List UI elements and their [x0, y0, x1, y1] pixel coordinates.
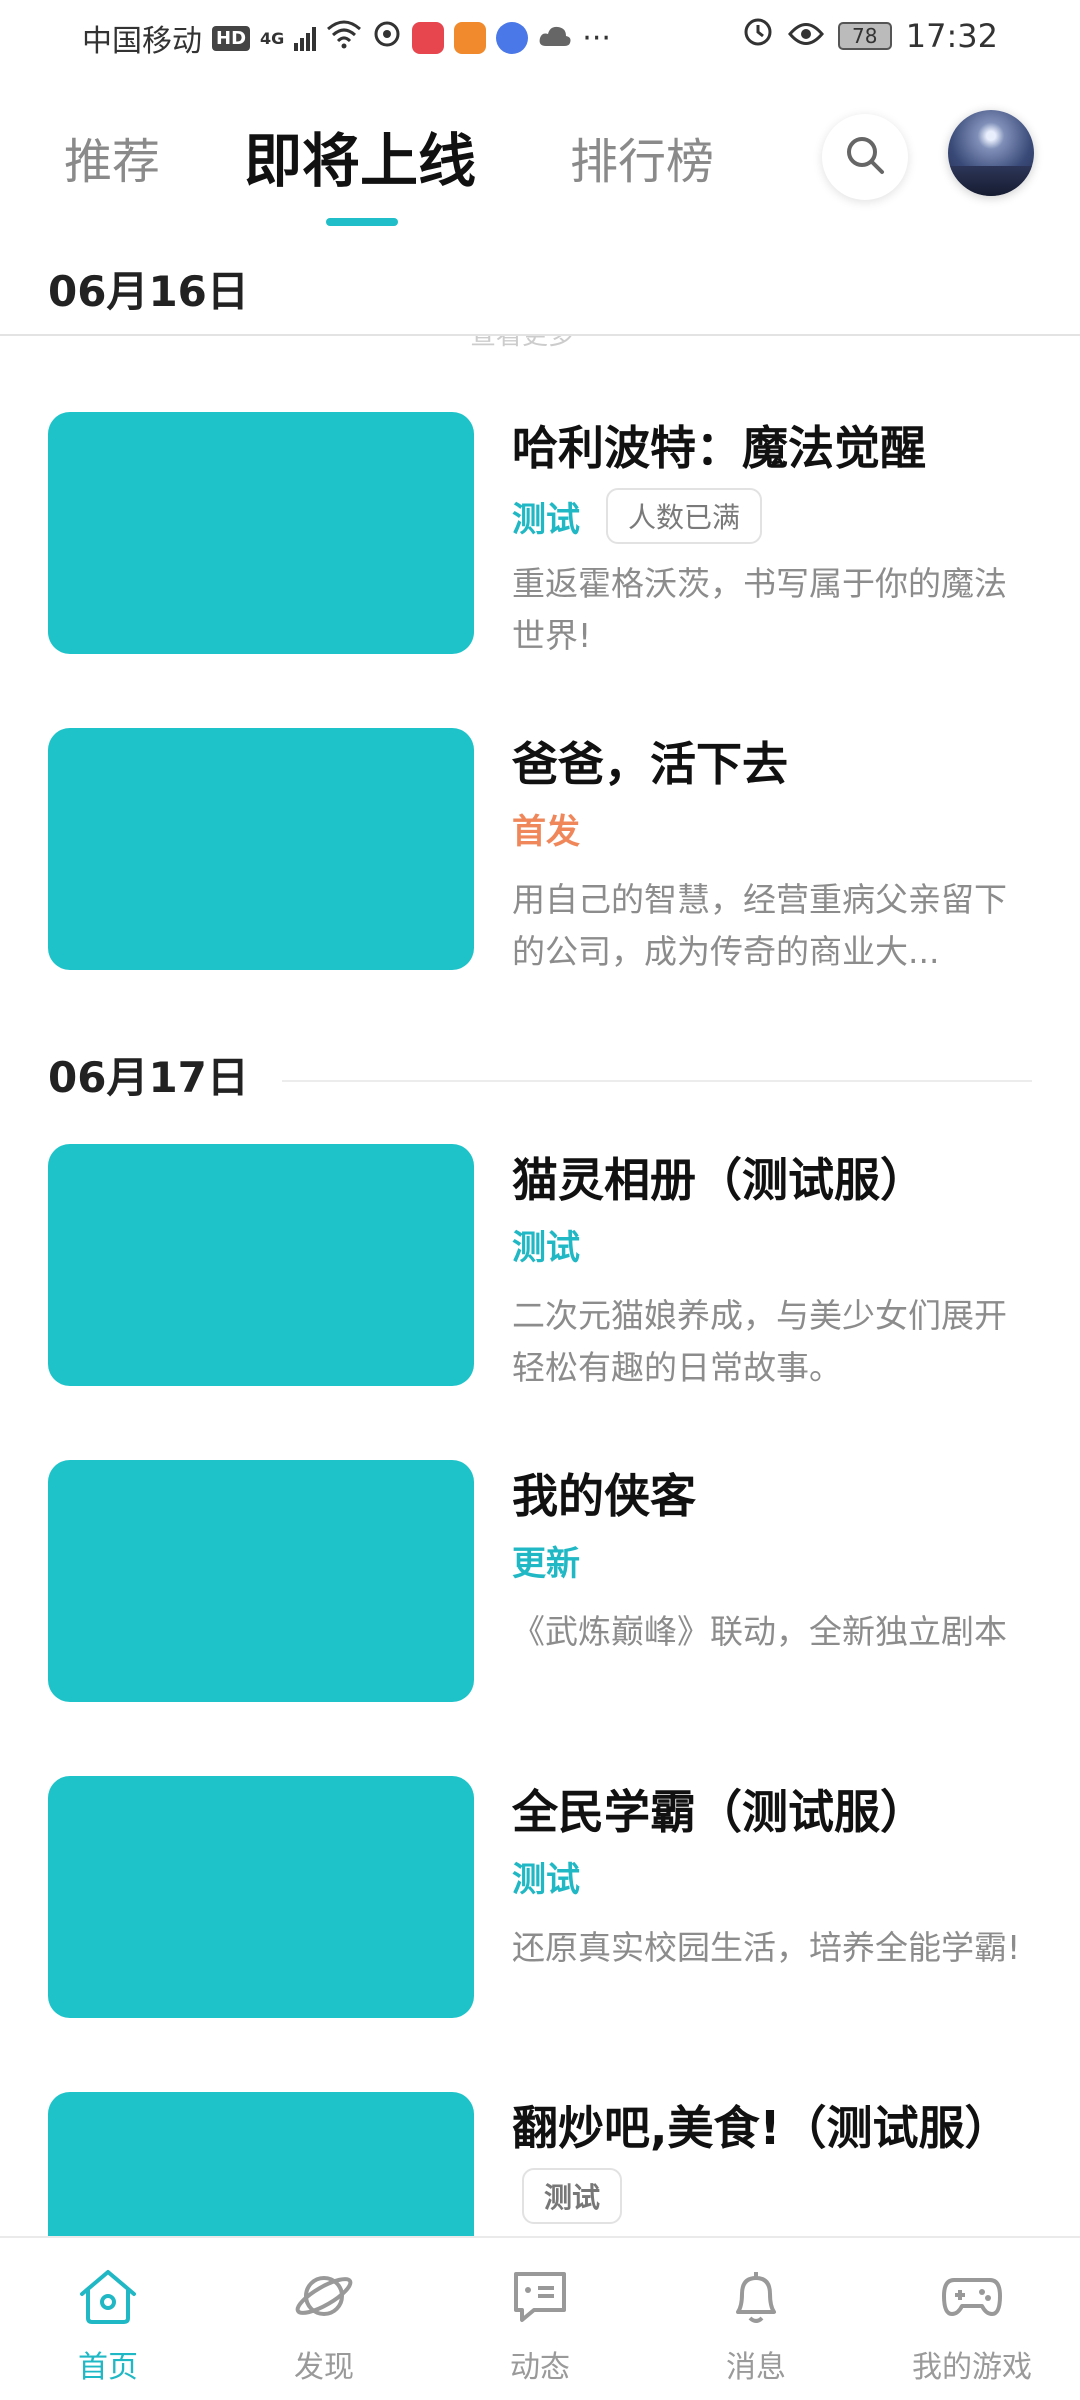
- clock: 17:32: [905, 17, 998, 55]
- list-item[interactable]: 全民学霸（测试服） 测试 还原真实校园生活，培养全能学霸!: [0, 1776, 1080, 2026]
- game-tag: 首发: [512, 812, 580, 852]
- cloud-icon: [538, 21, 572, 56]
- list-item[interactable]: 翻炒吧,美食!（测试服） 测试: [0, 2092, 1080, 2236]
- nav-label: 发现: [294, 2350, 354, 2385]
- game-description: 二次元猫娘养成，与美少女们展开轻松有趣的日常故事。: [512, 1296, 1007, 1387]
- date-separator: 06月17日: [0, 1040, 1080, 1110]
- nav-label: 我的游戏: [912, 2350, 1032, 2385]
- game-tag: 更新: [512, 1544, 580, 1584]
- tab-upcoming[interactable]: 即将上线: [244, 114, 476, 198]
- nav-messages[interactable]: 消息: [686, 2266, 826, 2386]
- game-tag: 测试: [512, 499, 580, 540]
- search-icon: [843, 133, 887, 181]
- signal-icon: [294, 25, 317, 51]
- battery-icon: 78: [837, 22, 892, 50]
- avatar[interactable]: [948, 110, 1034, 196]
- nav-home[interactable]: 首页: [38, 2266, 178, 2386]
- nav-my-games[interactable]: 我的游戏: [902, 2266, 1042, 2386]
- hd-badge: HD: [212, 25, 251, 51]
- bottom-nav: 首页 发现 动态 消息 我的游戏: [0, 2236, 1080, 2400]
- game-thumbnail[interactable]: [48, 1776, 474, 2018]
- bell-icon: [724, 2266, 788, 2330]
- wifi-icon: [326, 19, 362, 57]
- game-tag: 测试: [512, 1860, 580, 1900]
- game-title[interactable]: 翻炒吧,美食!（测试服）: [512, 2092, 1010, 2158]
- active-tab-indicator: [326, 218, 398, 226]
- game-title[interactable]: 爸爸，活下去: [512, 728, 788, 794]
- data-saver-icon: [742, 16, 774, 56]
- game-description: 重返霍格沃茨，书写属于你的魔法世界!: [512, 564, 1007, 655]
- app-red-icon: [412, 22, 445, 54]
- game-thumbnail[interactable]: [48, 1460, 474, 1702]
- planet-icon: [292, 2266, 356, 2330]
- network-label: 4G: [260, 28, 285, 48]
- game-title[interactable]: 哈利波特：魔法觉醒: [512, 412, 926, 478]
- tab-recommend[interactable]: 推荐: [64, 122, 160, 192]
- date-header: 06月16日: [0, 250, 1080, 336]
- game-thumbnail[interactable]: [48, 2092, 474, 2236]
- game-title[interactable]: 猫灵相册（测试服）: [512, 1144, 926, 1210]
- nav-label: 首页: [78, 2350, 138, 2385]
- game-title[interactable]: 我的侠客: [512, 1460, 696, 1526]
- game-description: 还原真实校园生活，培养全能学霸!: [512, 1928, 1021, 1967]
- search-button[interactable]: [822, 114, 908, 200]
- music-icon: [496, 22, 529, 54]
- list-item[interactable]: 猫灵相册（测试服） 测试 二次元猫娘养成，与美少女们展开轻松有趣的日常故事。: [0, 1144, 1080, 1394]
- list-item[interactable]: 爸爸，活下去 首发 用自己的智慧，经营重病父亲留下的公司，成为传奇的商业大...: [0, 728, 1080, 978]
- more-dots: ···: [582, 20, 611, 56]
- game-description: 《武炼巅峰》联动，全新独立剧本: [512, 1612, 1007, 1651]
- tab-ranking[interactable]: 排行榜: [570, 122, 714, 192]
- game-title[interactable]: 全民学霸（测试服）: [512, 1776, 926, 1842]
- app-orange-icon: [454, 22, 487, 54]
- gamepad-icon: [940, 2266, 1004, 2330]
- game-tag: 测试: [512, 1228, 580, 1268]
- game-thumbnail[interactable]: [48, 728, 474, 970]
- list-item[interactable]: 哈利波特：魔法觉醒 测试 人数已满 重返霍格沃茨，书写属于你的魔法世界!: [0, 412, 1080, 662]
- status-bar: 中国移动 HD 4G ··· 78 17:32: [0, 0, 1080, 72]
- top-tabs: 推荐 即将上线 排行榜: [0, 100, 1080, 230]
- list-item[interactable]: 我的侠客 更新 《武炼巅峰》联动，全新独立剧本: [0, 1460, 1080, 1710]
- game-thumbnail[interactable]: [48, 1144, 474, 1386]
- status-badge: 人数已满: [606, 488, 763, 544]
- view-more-peek[interactable]: 查看更多: [470, 336, 574, 350]
- nav-feed[interactable]: 动态: [470, 2266, 610, 2386]
- game-description: 用自己的智慧，经营重病父亲留下的公司，成为传奇的商业大...: [512, 880, 1007, 971]
- sync-icon: [372, 19, 402, 57]
- section-date: 06月16日: [48, 267, 249, 316]
- nav-label: 消息: [726, 2350, 786, 2385]
- game-thumbnail[interactable]: [48, 412, 474, 654]
- eye-icon: [787, 17, 824, 55]
- game-tag: 测试: [522, 2168, 623, 2224]
- nav-label: 动态: [510, 2350, 570, 2385]
- section-date: 06月17日: [48, 1053, 249, 1102]
- divider: [282, 1080, 1032, 1082]
- home-icon: [76, 2266, 140, 2330]
- nav-discover[interactable]: 发现: [254, 2266, 394, 2386]
- carrier-label: 中国移动: [82, 24, 202, 59]
- chat-icon: [508, 2266, 572, 2330]
